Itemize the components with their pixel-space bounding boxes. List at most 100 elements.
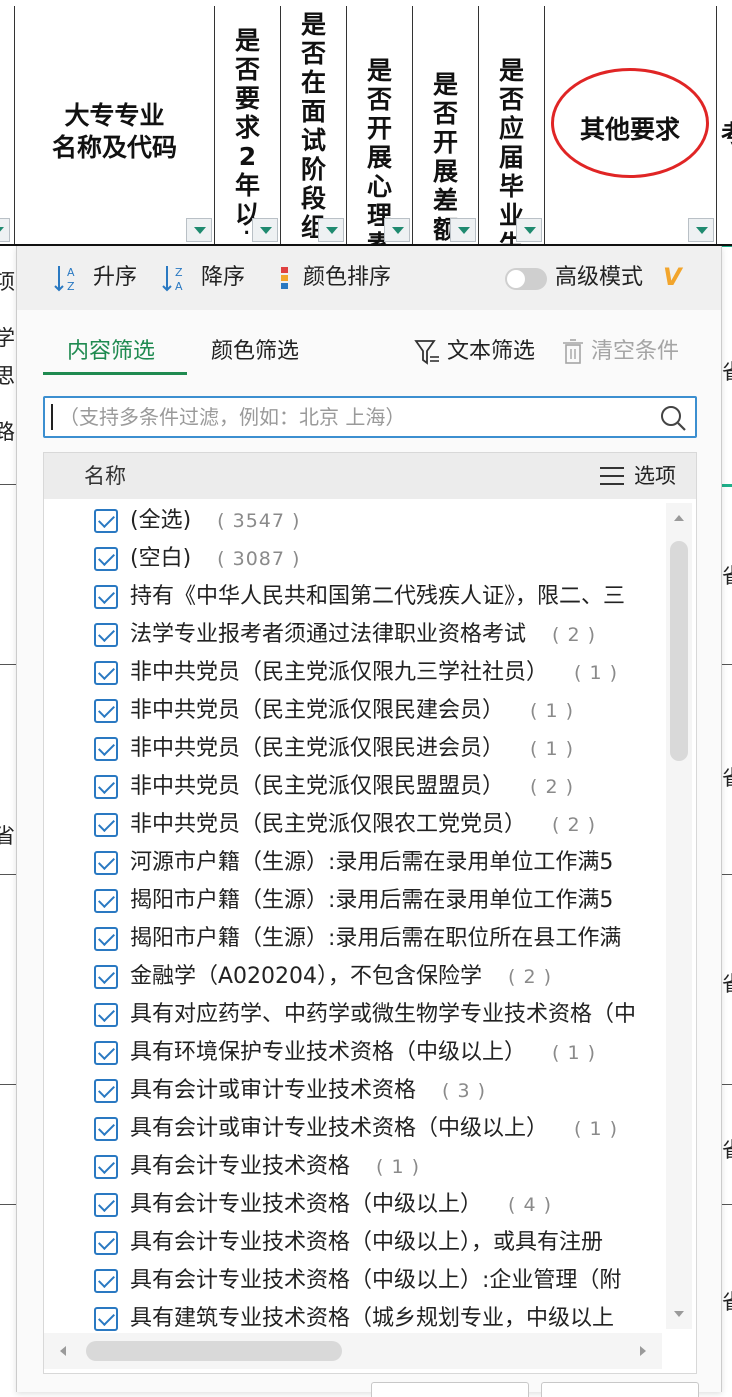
checkbox-checked[interactable] (94, 889, 118, 913)
horizontal-scrollbar[interactable] (44, 1333, 662, 1369)
filter-dropdown-button[interactable] (318, 218, 344, 242)
filter-dropdown-button[interactable] (516, 218, 542, 242)
filter-dropdown-button[interactable] (384, 218, 410, 242)
scroll-up-icon[interactable] (674, 515, 684, 521)
search-input[interactable]: （支持多条件过滤，例如：北京 上海） (43, 396, 697, 438)
horizontal-scroll-thumb[interactable] (86, 1341, 342, 1361)
list-item[interactable]: (空白) ( 3087 ) (44, 541, 662, 579)
sheet-cell-text: 省 (722, 968, 732, 998)
tab-color-filter[interactable]: 颜色筛选 (211, 334, 299, 370)
list-item[interactable]: 河源市户籍（生源）:录用后需在录用单位工作满5 (44, 845, 662, 883)
sheet-cell-text: 路 (0, 420, 15, 444)
filter-dropdown-button[interactable] (450, 218, 476, 242)
checkbox-checked[interactable] (94, 775, 118, 799)
checkbox-checked[interactable] (94, 1231, 118, 1255)
filter-dropdown-button[interactable] (688, 218, 714, 242)
list-item[interactable]: 非中共党员（民主党派仅限九三学社社员） ( 1 ) (44, 655, 662, 693)
header-cell-label: 是否在面试阶段组织专业科目测试 (300, 10, 326, 238)
sheet-cell-text: 省 (722, 560, 732, 590)
text-filter-button[interactable]: 文本筛选 (413, 334, 535, 370)
checkbox-checked[interactable] (94, 547, 118, 571)
sort-descending-button[interactable]: Z A 降序 (161, 262, 245, 294)
list-item[interactable]: 具有对应药学、中药学或微生物学专业技术资格（中 (44, 997, 662, 1035)
checkbox-checked[interactable] (94, 699, 118, 723)
list-item[interactable]: (全选) ( 3547 ) (44, 503, 662, 541)
list-item[interactable]: 具有环境保护专业技术资格（中级以上） ( 1 ) (44, 1035, 662, 1073)
filter-dropdown-button[interactable] (0, 218, 10, 242)
list-item-label: 非中共党员（民主党派仅限民盟盟员） ( 2 ) (130, 769, 574, 805)
list-item-label: 揭阳市户籍（生源）:录用后需在职位所在县工作满 (130, 921, 621, 957)
advanced-mode-toggle[interactable] (505, 268, 547, 290)
checkbox-checked[interactable] (94, 813, 118, 837)
header-cell-label: 其他要求 (579, 115, 680, 144)
checkbox-checked[interactable] (94, 1003, 118, 1027)
checkbox-checked[interactable] (94, 1193, 118, 1217)
header-cell-work-experience[interactable]: 是否要求2年以上基层工作经历 (214, 6, 280, 244)
checkbox-checked[interactable] (94, 1041, 118, 1065)
list-item-text: (空白) (130, 546, 192, 571)
clear-conditions-button[interactable]: 清空条件 (561, 334, 679, 370)
list-item[interactable]: 金融学（A020204），不包含保险学 ( 2 ) (44, 959, 662, 997)
ok-button[interactable] (371, 1382, 529, 1397)
checkbox-checked[interactable] (94, 851, 118, 875)
checkbox-checked[interactable] (94, 1117, 118, 1141)
list-item[interactable]: 具有会计专业技术资格（中级以上），或具有注册 (44, 1225, 662, 1263)
search-icon[interactable] (659, 404, 687, 432)
list-item[interactable]: 具有建筑专业技术资格（城乡规划专业，中级以上 (44, 1301, 662, 1331)
list-item-label: 具有对应药学、中药学或微生物学专业技术资格（中 (130, 997, 636, 1033)
list-item-label: 具有会计或审计专业技术资格（中级以上） ( 1 ) (130, 1111, 618, 1147)
options-button[interactable]: 选项 (598, 461, 676, 491)
list-item[interactable]: 揭阳市户籍（生源）:录用后需在职位所在县工作满 (44, 921, 662, 959)
cancel-button[interactable] (541, 1382, 699, 1397)
header-cell-subject-test[interactable]: 是否在面试阶段组织专业科目测试 (280, 6, 346, 244)
list-item[interactable]: 具有会计或审计专业技术资格 ( 3 ) (44, 1073, 662, 1111)
checkbox-checked[interactable] (94, 1269, 118, 1293)
list-item-label: 具有会计专业技术资格（中级以上），或具有注册 (130, 1225, 603, 1261)
checkbox-checked[interactable] (94, 623, 118, 647)
checkbox-checked[interactable] (94, 509, 118, 533)
checkbox-checked[interactable] (94, 927, 118, 951)
list-item[interactable]: 非中共党员（民主党派仅限农工党党员） ( 2 ) (44, 807, 662, 845)
list-item[interactable]: 非中共党员（民主党派仅限民盟盟员） ( 2 ) (44, 769, 662, 807)
vertical-scroll-thumb[interactable] (670, 541, 688, 761)
color-sort-button[interactable]: 颜色排序 (275, 262, 391, 294)
checkbox-checked[interactable] (94, 1155, 118, 1179)
checkbox-checked[interactable] (94, 661, 118, 685)
checkbox-checked[interactable] (94, 737, 118, 761)
checkbox-checked[interactable] (94, 965, 118, 989)
sort-ascending-button[interactable]: A Z 升序 (53, 262, 137, 294)
header-cell-fresh-graduate[interactable]: 是否应届毕业生报考 (478, 6, 544, 317)
list-item[interactable]: 具有会计专业技术资格（中级以上）:企业管理（附 (44, 1263, 662, 1301)
list-item[interactable]: 持有《中华人民共和国第二代残疾人证》，限二、三 (44, 579, 662, 617)
list-item[interactable]: 具有会计专业技术资格 ( 1 ) (44, 1149, 662, 1187)
filter-dropdown-button[interactable] (186, 218, 212, 242)
color-sort-label: 颜色排序 (303, 265, 392, 290)
list-item[interactable]: 揭阳市户籍（生源）:录用后需在录用单位工作满5 (44, 883, 662, 921)
list-item-label: 具有会计专业技术资格（中级以上）:企业管理（附 (130, 1263, 621, 1299)
sheet-cell-text: 省 (722, 762, 732, 792)
tab-content-filter[interactable]: 内容筛选 (67, 334, 155, 370)
list-item[interactable]: 法学专业报考者须通过法律职业资格考试 ( 2 ) (44, 617, 662, 655)
list-item[interactable]: 具有会计或审计专业技术资格（中级以上） ( 1 ) (44, 1111, 662, 1149)
header-cell-major[interactable]: 大专专业 名称及代码 (14, 6, 214, 244)
list-item-count: ( 2 ) (552, 624, 597, 646)
list-item-label: 持有《中华人民共和国第二代残疾人证》，限二、三 (130, 579, 625, 615)
header-cell-diff-inspection[interactable]: 是否开展差额考察 (412, 6, 478, 302)
sheet-cell-text: 省 (722, 1134, 732, 1164)
scroll-left-icon[interactable] (60, 1346, 66, 1356)
filter-dropdown-button[interactable] (252, 218, 278, 242)
list-item-text: 具有建筑专业技术资格（城乡规划专业，中级以上 (130, 1306, 615, 1331)
list-item[interactable]: 非中共党员（民主党派仅限民进会员） ( 1 ) (44, 731, 662, 769)
scroll-right-icon[interactable] (640, 1346, 646, 1356)
scroll-down-icon[interactable] (674, 1311, 684, 1317)
header-cell-psych-test[interactable]: 是否开展心理素质测试 (346, 6, 412, 346)
list-item[interactable]: 非中共党员（民主党派仅限民建会员） ( 1 ) (44, 693, 662, 731)
vertical-scrollbar[interactable] (666, 503, 692, 1329)
list-item-count: ( 3 ) (442, 1080, 487, 1102)
grid-line (0, 874, 16, 875)
checkbox-checked[interactable] (94, 1079, 118, 1103)
list-item-text: 非中共党员（民主党派仅限民盟盟员） (130, 774, 505, 799)
checkbox-checked[interactable] (94, 585, 118, 609)
list-item[interactable]: 具有会计专业技术资格（中级以上） ( 4 ) (44, 1187, 662, 1225)
checkbox-checked[interactable] (94, 1307, 118, 1331)
